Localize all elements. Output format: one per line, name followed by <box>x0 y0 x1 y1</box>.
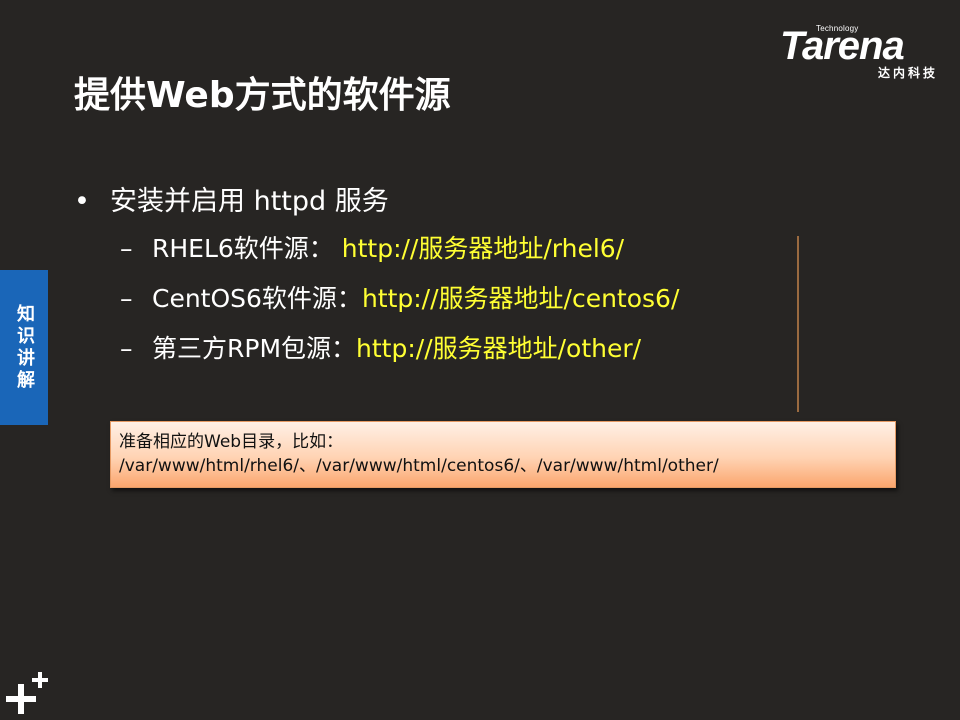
tarena-logo: Technology Tarena 达内科技 <box>780 20 950 86</box>
bullet-list: • 安装并启用 httpd 服务 – RHEL6软件源： http://服务器地… <box>74 180 854 374</box>
sub-bullet-url: http://服务器地址/centos6/ <box>361 284 680 313</box>
slide-title: 提供Web方式的软件源 <box>74 75 451 116</box>
slide: Technology Tarena 达内科技 提供Web方式的软件源 知识讲解 … <box>0 0 960 720</box>
sub-bullet-content: RHEL6软件源： http://服务器地址/rhel6/ <box>152 224 624 274</box>
sub-bullet-url: http://服务器地址/rhel6/ <box>341 234 625 263</box>
sub-bullet-centos6: – CentOS6软件源：http://服务器地址/centos6/ <box>74 274 854 324</box>
note-line-2: /var/www/html/rhel6/、/var/www/html/cento… <box>119 456 719 476</box>
sub-bullet-label: 第三方RPM包源： <box>152 334 357 363</box>
sub-bullet-content: 第三方RPM包源：http://服务器地址/other/ <box>152 324 641 374</box>
sub-bullet-dash: – <box>120 334 133 363</box>
bullet-main-text: 安装并启用 httpd 服务 <box>110 186 389 217</box>
side-tab-label: 知识讲解 <box>14 303 35 392</box>
bullet-dot: • <box>74 186 90 217</box>
sub-bullet-label: CentOS6软件源： <box>152 284 362 313</box>
sub-bullet-other: – 第三方RPM包源：http://服务器地址/other/ <box>74 324 854 374</box>
sub-bullet-dash: – <box>120 234 133 263</box>
sub-bullet-dash: – <box>120 284 133 313</box>
plus-plus-icon <box>6 672 48 714</box>
sub-bullet-label: RHEL6软件源： <box>152 234 342 263</box>
sub-bullet-rhel6: – RHEL6软件源： http://服务器地址/rhel6/ <box>74 224 854 274</box>
sub-bullet-url: http://服务器地址/other/ <box>356 334 642 363</box>
vertical-divider <box>797 236 799 412</box>
note-callout: 准备相应的Web目录，比如： /var/www/html/rhel6/、/var… <box>110 421 896 488</box>
bullet-main: • 安装并启用 httpd 服务 <box>74 180 854 224</box>
note-line-1: 准备相应的Web目录，比如： <box>119 432 344 452</box>
sub-bullet-content: CentOS6软件源：http://服务器地址/centos6/ <box>152 274 679 324</box>
logo-cn-name: 达内科技 <box>877 66 938 80</box>
logo-wordmark: Tarena <box>780 24 905 68</box>
side-tab: 知识讲解 <box>0 270 48 425</box>
